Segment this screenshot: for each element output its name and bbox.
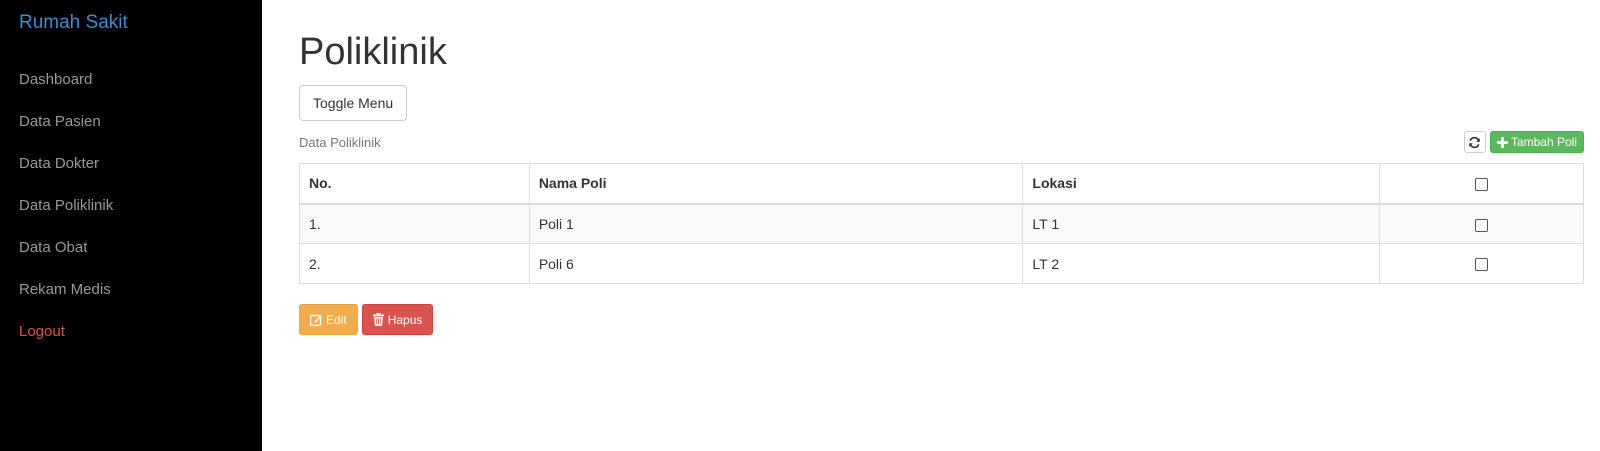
sidebar-item-data-dokter[interactable]: Data Dokter [0,143,262,185]
sidebar-item-logout[interactable]: Logout [0,311,262,353]
table-row[interactable]: 1. Poli 1 LT 1 [299,203,1584,244]
cell-no: 1. [299,203,530,244]
delete-button[interactable]: Hapus [361,304,434,335]
column-header-nama-poli: Nama Poli [528,163,1024,205]
select-all-checkbox[interactable] [1475,178,1489,192]
cell-no: 2. [299,243,530,284]
cell-lokasi: LT 2 [1022,243,1381,284]
sidebar: Rumah Sakit Dashboard Data Pasien Data D… [0,0,262,451]
table-header-row: No. Nama Poli Lokasi [299,163,1584,205]
sidebar-item-data-poliklinik[interactable]: Data Poliklinik [0,185,262,227]
row-checkbox[interactable] [1475,258,1489,272]
sidebar-item-rekam-medis[interactable]: Rekam Medis [0,269,262,311]
column-header-no: No. [299,163,530,205]
column-header-lokasi: Lokasi [1022,163,1381,205]
cell-nama-poli: Poli 6 [528,243,1024,284]
add-poli-label: Tambah Poli [1510,135,1577,149]
sidebar-nav: Dashboard Data Pasien Data Dokter Data P… [0,59,262,353]
delete-label: Hapus [387,312,423,327]
brand-link[interactable]: Rumah Sakit [19,12,128,34]
plus-icon [1496,136,1508,148]
toggle-menu-button[interactable]: Toggle Menu [299,85,408,121]
column-header-select [1379,163,1584,205]
sidebar-item-data-pasien[interactable]: Data Pasien [0,101,262,143]
sidebar-item-data-obat[interactable]: Data Obat [0,227,262,269]
row-actions: Edit Hapus [299,304,434,335]
cell-nama-poli: Poli 1 [528,203,1024,244]
table-toolbar: Tambah Poli [1463,131,1584,153]
trash-icon [372,313,384,326]
row-checkbox[interactable] [1475,218,1489,232]
page-title: Poliklinik [299,31,447,73]
cell-select [1379,203,1584,244]
cell-select [1379,243,1584,284]
edit-label: Edit [326,312,347,327]
refresh-button[interactable] [1463,131,1486,153]
table-row[interactable]: 2. Poli 6 LT 2 [299,243,1584,284]
sidebar-item-dashboard[interactable]: Dashboard [0,59,262,101]
cell-lokasi: LT 1 [1022,203,1381,244]
edit-icon [310,314,322,326]
add-poli-button[interactable]: Tambah Poli [1489,131,1584,153]
poliklinik-table: No. Nama Poli Lokasi 1. Poli 1 LT 1 2. P… [299,163,1584,284]
refresh-icon [1468,136,1481,149]
edit-button[interactable]: Edit [299,304,358,335]
table-caption: Data Poliklinik [299,135,381,150]
